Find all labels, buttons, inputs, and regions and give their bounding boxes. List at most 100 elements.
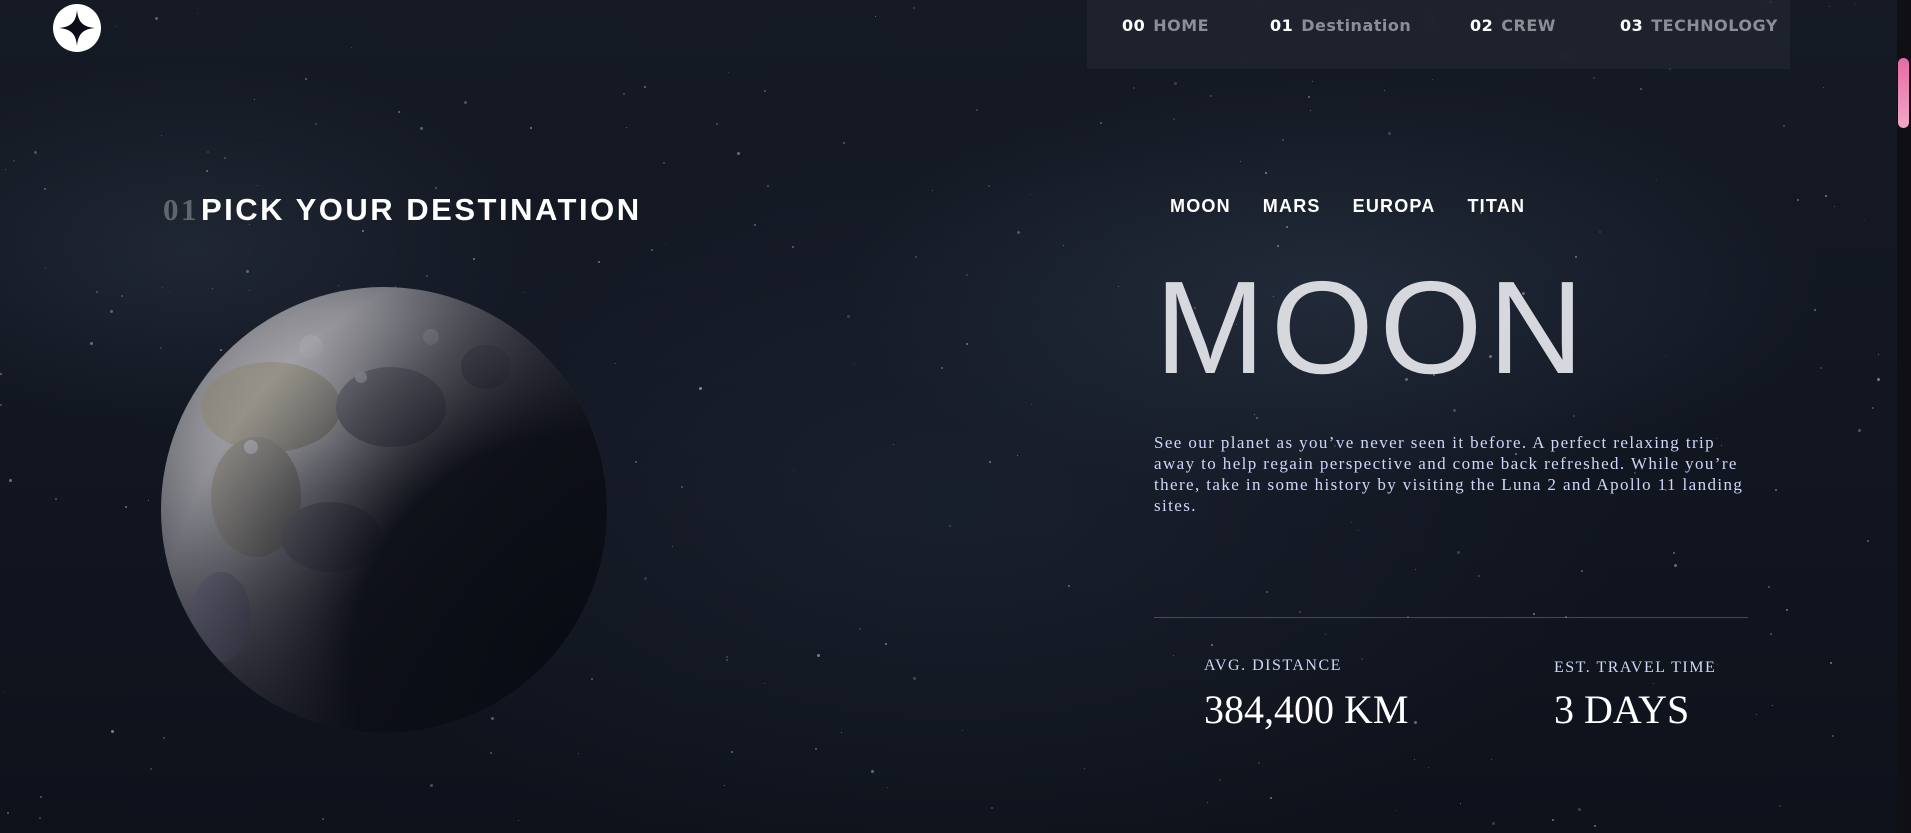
star-dot bbox=[932, 190, 933, 191]
star-dot bbox=[473, 258, 475, 260]
distance-value: 384,400 KM bbox=[1204, 687, 1409, 732]
star-dot bbox=[34, 151, 37, 154]
star-dot bbox=[1395, 810, 1396, 811]
star-dot bbox=[0, 404, 2, 406]
star-dot bbox=[1492, 822, 1495, 825]
star-dot bbox=[207, 151, 209, 153]
star-dot bbox=[1640, 88, 1642, 90]
star-dot bbox=[55, 498, 57, 500]
star-dot bbox=[1775, 489, 1777, 491]
star-dot bbox=[976, 109, 978, 111]
star-dot bbox=[1358, 530, 1359, 531]
star-dot bbox=[726, 659, 728, 661]
star-dot bbox=[793, 470, 794, 471]
star-dot bbox=[1270, 797, 1272, 799]
nav-item-number: 00 bbox=[1122, 16, 1146, 35]
nav-item-destination[interactable]: 01 Destination bbox=[1270, 16, 1411, 35]
scrollbar[interactable] bbox=[1897, 0, 1911, 833]
star-dot bbox=[1653, 683, 1654, 684]
star-dot bbox=[1240, 161, 1241, 162]
nav-item-label: CREW bbox=[1501, 16, 1556, 35]
tab-titan[interactable]: TITAN bbox=[1467, 196, 1525, 217]
star-dot bbox=[1878, 354, 1879, 355]
star-dot bbox=[1207, 802, 1208, 803]
nav-item-home[interactable]: 00 HOME bbox=[1122, 16, 1209, 35]
star-dot bbox=[767, 185, 769, 187]
star-dot bbox=[887, 787, 888, 788]
star-dot bbox=[1286, 226, 1288, 228]
star-dot bbox=[1211, 644, 1213, 646]
star-dot bbox=[44, 188, 46, 190]
star-dot bbox=[362, 230, 364, 232]
star-dot bbox=[1310, 110, 1311, 111]
nav-item-crew[interactable]: 02 CREW bbox=[1470, 16, 1556, 35]
star-dot bbox=[1779, 805, 1781, 807]
star-dot bbox=[1656, 179, 1657, 180]
star-dot bbox=[875, 16, 876, 17]
star-dot bbox=[518, 820, 519, 821]
star-dot bbox=[1068, 585, 1070, 587]
star-dot bbox=[1312, 81, 1313, 82]
star-dot bbox=[315, 123, 317, 125]
star-dot bbox=[1460, 803, 1461, 804]
star-dot bbox=[426, 275, 428, 277]
star-dot bbox=[1772, 705, 1773, 706]
star-dot bbox=[206, 170, 208, 172]
star-dot bbox=[1031, 404, 1032, 405]
star-dot bbox=[1084, 768, 1085, 769]
star-logo-icon[interactable] bbox=[53, 4, 101, 52]
star-dot bbox=[644, 577, 647, 580]
nav-item-technology[interactable]: 03 TECHNOLOGY bbox=[1620, 16, 1778, 35]
star-dot bbox=[841, 732, 842, 733]
star-dot bbox=[351, 47, 352, 48]
star-dot bbox=[1491, 759, 1492, 760]
tab-mars[interactable]: MARS bbox=[1263, 196, 1321, 217]
star-dot bbox=[1599, 231, 1601, 233]
star-dot bbox=[1017, 231, 1020, 234]
star-dot bbox=[1308, 96, 1310, 98]
star-dot bbox=[988, 185, 990, 187]
tab-moon[interactable]: MOON bbox=[1170, 196, 1231, 217]
star-dot bbox=[1820, 367, 1822, 369]
main-nav: 00 HOME 01 Destination 02 CREW 03 TECHNOLOGY bbox=[1087, 0, 1790, 69]
star-dot bbox=[1258, 762, 1260, 764]
star-dot bbox=[9, 479, 12, 482]
star-dot bbox=[257, 185, 258, 186]
distance-label: AVG. DISTANCE bbox=[1204, 657, 1342, 674]
star-dot bbox=[885, 643, 887, 645]
star-dot bbox=[1415, 569, 1416, 570]
star-dot bbox=[7, 812, 9, 814]
star-dot bbox=[854, 364, 855, 365]
star-dot bbox=[96, 291, 98, 293]
star-dot bbox=[1823, 87, 1824, 88]
star-dot bbox=[13, 160, 15, 162]
star-dot bbox=[1428, 767, 1429, 768]
star-dot bbox=[1814, 309, 1816, 311]
star-dot bbox=[45, 268, 46, 269]
star-dot bbox=[681, 486, 683, 488]
star-dot bbox=[644, 86, 646, 88]
star-dot bbox=[1864, 219, 1865, 220]
star-dot bbox=[1432, 79, 1433, 80]
tab-europa[interactable]: EUROPA bbox=[1353, 196, 1436, 217]
star-dot bbox=[966, 343, 968, 345]
star-dot bbox=[1756, 714, 1757, 715]
nav-item-label: Destination bbox=[1301, 16, 1412, 35]
star-dot bbox=[258, 136, 259, 137]
star-dot bbox=[915, 256, 917, 258]
star-dot bbox=[724, 785, 725, 786]
star-dot bbox=[989, 461, 991, 463]
star-dot bbox=[1573, 415, 1575, 417]
star-dot bbox=[39, 817, 41, 819]
star-dot bbox=[1173, 655, 1174, 656]
star-dot bbox=[623, 93, 625, 95]
moon-image bbox=[161, 287, 607, 733]
star-dot bbox=[598, 261, 600, 263]
scrollbar-thumb[interactable] bbox=[1898, 58, 1909, 128]
star-dot bbox=[716, 123, 718, 125]
star-dot bbox=[731, 751, 733, 753]
star-dot bbox=[1256, 417, 1258, 419]
star-dot bbox=[737, 152, 740, 155]
star-dot bbox=[490, 752, 492, 754]
star-dot bbox=[1254, 414, 1255, 415]
